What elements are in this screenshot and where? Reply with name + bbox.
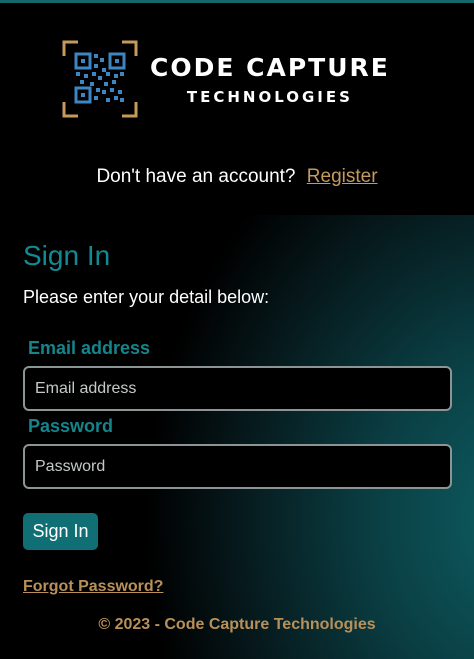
brand-text: CODE CAPTURE TECHNOLOGIES xyxy=(150,53,390,106)
page-title: Sign In xyxy=(23,240,111,271)
brand-subtitle: TECHNOLOGIES xyxy=(186,87,353,106)
register-prompt: Don't have an account? xyxy=(96,166,296,187)
form-instructions: Please enter your detail below: xyxy=(23,287,270,307)
email-field[interactable] xyxy=(23,366,452,411)
forgot-password-link[interactable]: Forgot Password? xyxy=(23,578,163,596)
password-field[interactable] xyxy=(23,444,452,489)
register-link[interactable]: Register xyxy=(307,166,378,187)
sign-in-button[interactable]: Sign In xyxy=(23,513,98,550)
register-prompt-line: Don't have an account? Register xyxy=(0,166,474,188)
qr-code-icon xyxy=(62,40,138,118)
footer-copyright: © 2023 - Code Capture Technologies xyxy=(98,616,376,633)
brand-name: CODE CAPTURE xyxy=(150,52,390,82)
brand-logo: CODE CAPTURE TECHNOLOGIES xyxy=(62,40,390,118)
password-label: Password xyxy=(28,416,114,436)
email-label: Email address xyxy=(28,338,151,358)
